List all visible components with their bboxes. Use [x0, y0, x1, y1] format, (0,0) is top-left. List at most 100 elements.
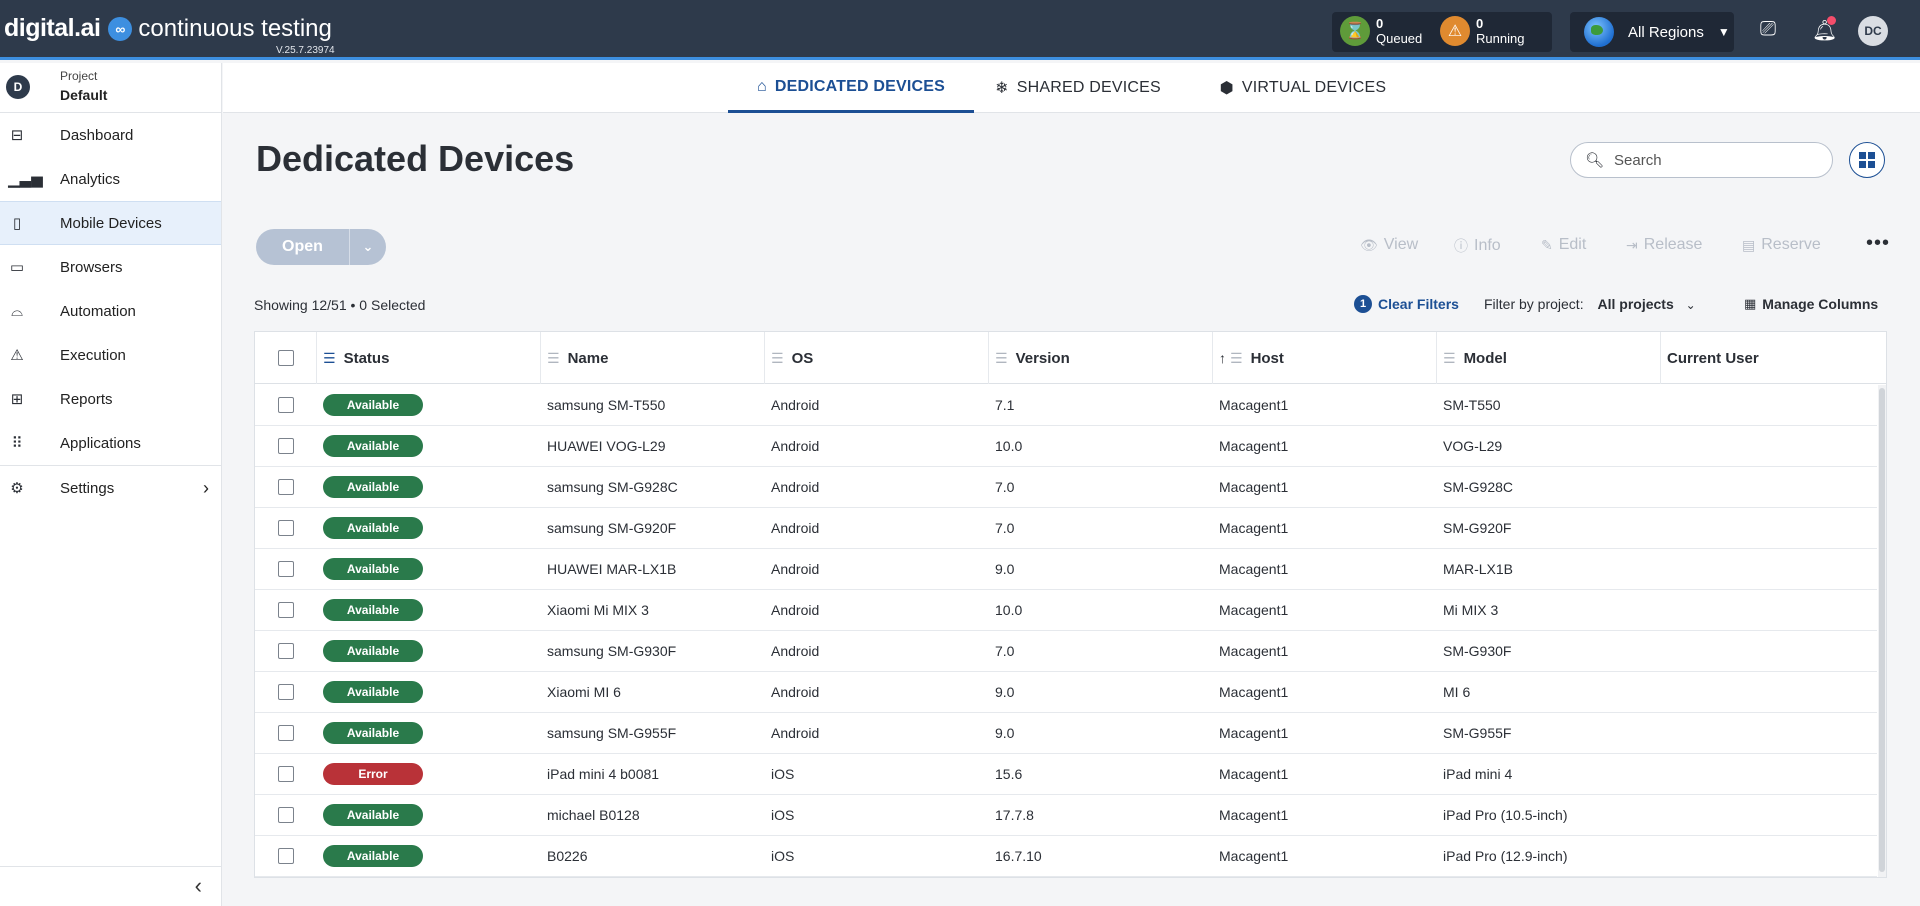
monitor-activity-icon[interactable]: ⎚: [1760, 18, 1776, 41]
table-row[interactable]: Available B0226 iOS 16.7.10 Macagent1 iPad Pr…: [255, 836, 1877, 877]
os-cell: iOS: [771, 848, 795, 864]
row-checkbox[interactable]: [278, 479, 294, 495]
row-checkbox[interactable]: [278, 520, 294, 536]
sidebar-item-browsers[interactable]: ▭ Browsers: [0, 245, 221, 289]
grid-view-button[interactable]: [1849, 142, 1885, 178]
table-row[interactable]: Available HUAWEI VOG-L29 Android 10.0 Macage…: [255, 426, 1877, 467]
eye-icon: 👁︎: [1360, 236, 1378, 253]
project-filter[interactable]: Filter by project: All projects ⌄: [1484, 296, 1696, 312]
row-checkbox[interactable]: [278, 643, 294, 659]
table-row[interactable]: Available samsung SM-G955F Android 9.0 Macag…: [255, 713, 1877, 754]
search-box[interactable]: 🔍︎: [1570, 142, 1833, 178]
column-header-model[interactable]: ☰ Model: [1437, 332, 1661, 384]
column-header-host[interactable]: ↑ ☰ Host: [1213, 332, 1437, 384]
table-row[interactable]: Available michael B0128 iOS 17.7.8 Macagent1…: [255, 795, 1877, 836]
brand-logo[interactable]: digital.ai ∞ continuous testing: [4, 14, 332, 43]
row-checkbox[interactable]: [278, 848, 294, 864]
status-badge: Available: [323, 640, 423, 662]
sidebar-item-mobile-devices[interactable]: ▯ Mobile Devices: [0, 201, 221, 245]
sidebar-item-execution[interactable]: ⚠ Execution: [0, 333, 221, 377]
status-cell: Available: [323, 467, 423, 507]
filter-icon[interactable]: ☰: [1230, 350, 1243, 367]
row-checkbox[interactable]: [278, 725, 294, 741]
column-header-os[interactable]: ☰ OS: [765, 332, 989, 384]
reserve-button[interactable]: ▤ Reserve: [1742, 236, 1821, 254]
manage-columns-button[interactable]: ▦ Manage Columns: [1744, 296, 1878, 312]
sort-ascending-icon[interactable]: ↑: [1219, 350, 1226, 366]
table-row[interactable]: Available samsung SM-T550 Android 7.1 Macage…: [255, 385, 1877, 426]
status-badge: Available: [323, 435, 423, 457]
settings-icon: ⚙: [10, 480, 24, 497]
table-row[interactable]: Error iPad mini 4 b0081 iOS 15.6 Macagent1 iP…: [255, 754, 1877, 795]
row-checkbox[interactable]: [278, 397, 294, 413]
queue-status[interactable]: ⌛ 0 Queued ⚠ 0 Running: [1332, 12, 1552, 52]
column-header-version[interactable]: ☰ Version: [989, 332, 1213, 384]
manage-columns-label: Manage Columns: [1762, 296, 1879, 312]
open-button-group[interactable]: Open ⌄: [256, 229, 386, 265]
filter-icon[interactable]: ☰: [323, 350, 336, 367]
table-row[interactable]: Available samsung SM-G930F Android 7.0 Macag…: [255, 631, 1877, 672]
search-input[interactable]: [1614, 151, 1815, 169]
status-cell: Available: [323, 795, 423, 835]
sidebar-item-settings[interactable]: ⚙ Settings ›: [0, 466, 221, 510]
table-row[interactable]: Available samsung SM-G920F Android 7.0 Macag…: [255, 508, 1877, 549]
filter-icon[interactable]: ☰: [995, 350, 1008, 367]
host-cell: Macagent1: [1219, 602, 1289, 618]
host-cell: Macagent1: [1219, 848, 1289, 864]
running-status[interactable]: ⚠ 0 Running: [1440, 16, 1524, 46]
column-label: Model: [1463, 349, 1507, 367]
filter-icon[interactable]: ☰: [547, 350, 560, 367]
model-cell: SM-G930F: [1443, 643, 1512, 659]
version-cell: 10.0: [995, 602, 1023, 618]
filter-icon[interactable]: ☰: [1443, 350, 1456, 367]
more-options-icon[interactable]: •••: [1866, 232, 1890, 255]
os-cell: Android: [771, 561, 820, 577]
project-filter-value: All projects: [1597, 296, 1674, 312]
sidebar-item-automation[interactable]: ⌓ Automation: [0, 289, 221, 333]
release-button[interactable]: ⇥ Release: [1626, 236, 1702, 254]
table-row[interactable]: Available Xiaomi Mi MIX 3 Android 10.0 Macag…: [255, 590, 1877, 631]
sidebar-item-analytics[interactable]: ▁▃▅ Analytics: [0, 157, 221, 201]
row-checkbox[interactable]: [278, 684, 294, 700]
table-row[interactable]: Available HUAWEI MAR-LX1B Android 9.0 Macage…: [255, 549, 1877, 590]
select-all-checkbox[interactable]: [277, 350, 294, 366]
row-checkbox[interactable]: [278, 807, 294, 823]
queued-status[interactable]: ⌛ 0 Queued: [1340, 16, 1422, 46]
tab-label: VIRTUAL DEVICES: [1241, 79, 1387, 96]
table-row[interactable]: Available Xiaomi MI 6 Android 9.0 Macagent1 M…: [255, 672, 1877, 713]
info-button[interactable]: ⓘ Info: [1454, 236, 1501, 256]
table-header: ☰ Status ☰ Name ☰ OS ☰ Version ↑ ☰ Host …: [255, 332, 1886, 384]
host-cell: Macagent1: [1219, 725, 1289, 741]
sidebar-collapse-button[interactable]: ‹: [0, 866, 222, 906]
user-avatar[interactable]: DC: [1858, 16, 1888, 46]
row-checkbox[interactable]: [278, 561, 294, 577]
region-selector[interactable]: All Regions ▼: [1570, 12, 1734, 52]
row-checkbox[interactable]: [278, 438, 294, 454]
row-checkbox[interactable]: [278, 766, 294, 782]
status-badge: Available: [323, 599, 423, 621]
chevron-down-icon[interactable]: ⌄: [350, 229, 386, 265]
notification-dot: [1827, 16, 1836, 25]
row-checkbox[interactable]: [278, 602, 294, 618]
sidebar-item-dashboard[interactable]: ⊟ Dashboard: [0, 113, 221, 157]
sidebar-item-applications[interactable]: ⠿ Applications: [0, 421, 221, 465]
tab-shared-devices[interactable]: ❄ SHARED DEVICES: [993, 63, 1163, 113]
column-header-status[interactable]: ☰ Status: [317, 332, 541, 384]
sidebar-item-reports[interactable]: ⊞ Reports: [0, 377, 221, 421]
column-header-current-user[interactable]: Current User: [1661, 332, 1886, 384]
open-button[interactable]: Open: [256, 229, 350, 265]
scrollbar-thumb[interactable]: [1879, 388, 1885, 872]
edit-button[interactable]: ✎ Edit: [1541, 236, 1586, 254]
calendar-icon: ▤: [1742, 236, 1756, 253]
reserve-label: Reserve: [1761, 236, 1821, 253]
table-row[interactable]: Available samsung SM-G928C Android 7.0 Macag…: [255, 467, 1877, 508]
project-selector[interactable]: D Project Default: [0, 63, 221, 113]
column-header-name[interactable]: ☰ Name: [541, 332, 765, 384]
tab-dedicated-devices[interactable]: ⌂ DEDICATED DEVICES: [728, 63, 974, 113]
view-button[interactable]: 👁︎ View: [1360, 236, 1418, 254]
infinity-icon: ∞: [108, 16, 133, 41]
tab-virtual-devices[interactable]: ⬢ VIRTUAL DEVICES: [1213, 63, 1393, 113]
os-cell: Android: [771, 479, 820, 495]
clear-filters-button[interactable]: 1 Clear Filters: [1354, 295, 1459, 313]
filter-icon[interactable]: ☰: [771, 350, 784, 367]
